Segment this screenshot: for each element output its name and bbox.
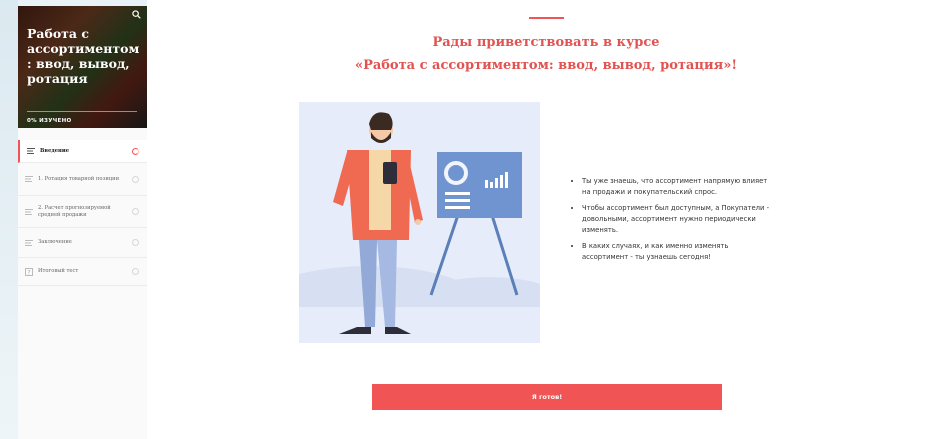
nav-item-label: Итоговый тест: [38, 268, 79, 274]
ready-button[interactable]: Я готов!: [372, 384, 722, 410]
nav-item-final-test[interactable]: ? Итоговый тест: [18, 258, 147, 286]
nav-item-forecast[interactable]: 2. Расчет прогнозируемой средней продажи: [18, 196, 147, 228]
bullet-item: Чтобы ассортимент был доступным, а Покуп…: [582, 203, 772, 236]
lesson-nav: Введение 1. Ротация товарной позиции 2. …: [18, 140, 147, 286]
lines-icon: [27, 148, 35, 154]
nav-item-label: Введение: [40, 147, 69, 154]
bullet-item: В каких случаях, и как именно изменять а…: [582, 241, 772, 263]
accent-line: [529, 17, 564, 19]
progress-bar: [27, 111, 137, 112]
lines-icon: [25, 239, 33, 246]
presenter-illustration: [299, 112, 540, 343]
intro-bullet-list: Ты уже знаешь, что ассортимент напрямую …: [572, 176, 772, 268]
course-sidebar: Работа с ассортиментом : ввод, вывод, ро…: [18, 6, 148, 439]
svg-text:?: ?: [27, 269, 30, 276]
status-circle-icon: [132, 239, 139, 246]
background-edge: [0, 0, 18, 439]
welcome-heading: Рады приветствовать в курсе: [432, 35, 660, 50]
nav-item-intro[interactable]: Введение: [18, 140, 147, 163]
lines-icon: [25, 208, 33, 215]
course-hero: Работа с ассортиментом : ввод, вывод, ро…: [18, 6, 147, 128]
progress-ring-icon: [132, 147, 139, 155]
course-title: Работа с ассортиментом : ввод, вывод, ро…: [27, 26, 140, 86]
search-icon[interactable]: [132, 10, 141, 19]
status-circle-icon: [132, 268, 139, 275]
lesson-content: Рады приветствовать в курсе «Работа с ас…: [147, 0, 945, 439]
lines-icon: [25, 176, 33, 182]
nav-item-label: 1. Ротация товарной позиции: [38, 175, 120, 182]
nav-item-label: Заключение: [38, 239, 72, 245]
status-circle-icon: [132, 175, 139, 183]
quiz-icon: ?: [25, 267, 33, 276]
illustration: [299, 102, 540, 343]
page: Работа с ассортиментом : ввод, вывод, ро…: [0, 0, 945, 439]
bullet-item: Ты уже знаешь, что ассортимент напрямую …: [582, 176, 772, 198]
nav-item-rotation[interactable]: 1. Ротация товарной позиции: [18, 163, 147, 196]
course-name-heading: «Работа с ассортиментом: ввод, вывод, ро…: [354, 58, 738, 73]
nav-item-conclusion[interactable]: Заключение: [18, 228, 147, 258]
status-circle-icon: [132, 208, 139, 215]
nav-item-label: 2. Расчет прогнозируемой средней продажи: [38, 204, 111, 218]
progress-text: 0% ИЗУЧЕНО: [27, 118, 72, 124]
